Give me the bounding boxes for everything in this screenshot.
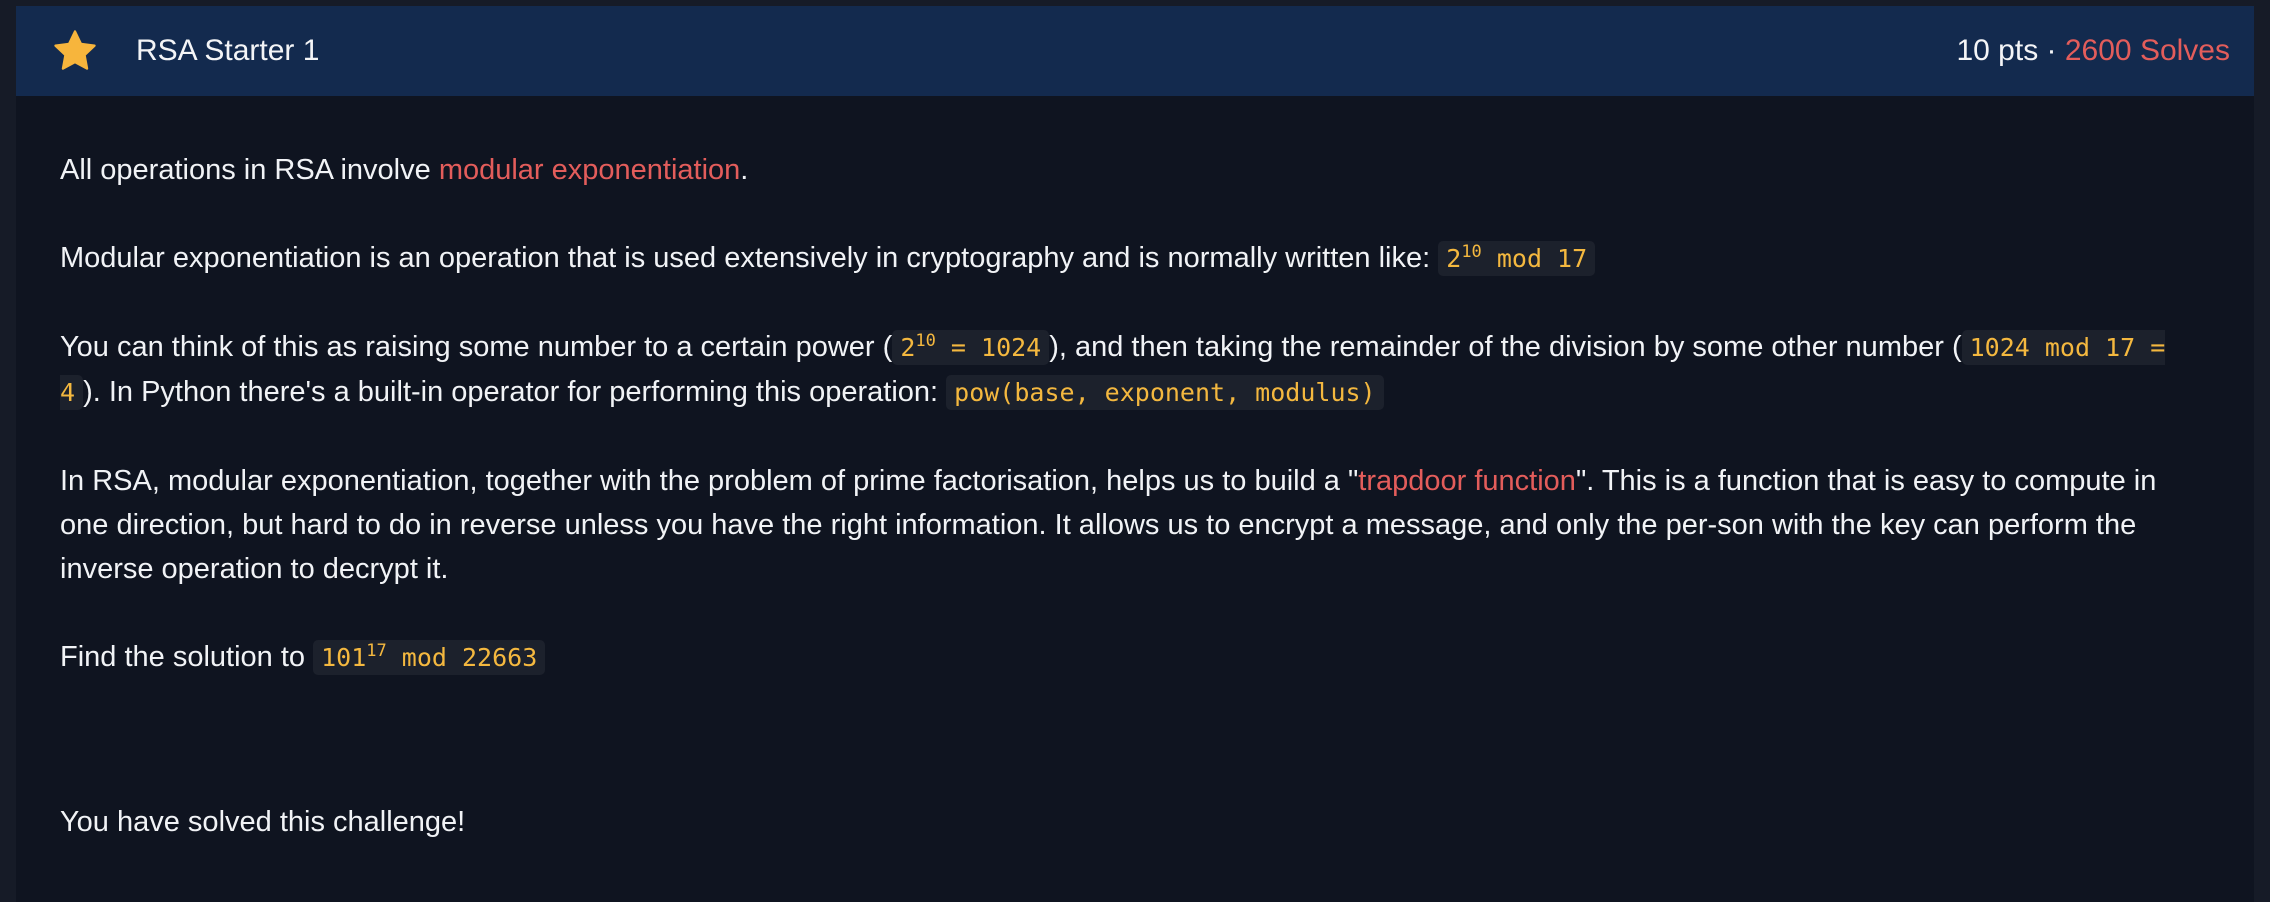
code-task: 10117 mod 22663 [313,640,546,675]
code-example-notation: 210 mod 17 [1438,241,1596,276]
paragraph-explanation: You can think of this as raising some nu… [60,325,2200,415]
code-exponent: 17 [366,641,387,661]
paragraph-task: Find the solution to 10117 mod 22663 [60,635,2200,680]
intro-period: . [740,154,749,186]
code-example-power: 210 = 1024 [892,330,1050,365]
code-base: 2 [1446,244,1462,273]
code-rest: = 1024 [935,333,1042,362]
explanation-text-3: ). In Python there's a built-in operator… [83,376,947,408]
challenge-meta: 10 pts · 2600 Solves [1956,6,2230,96]
code-example-pow: pow(base, exponent, modulus) [946,375,1384,410]
explanation-text-2: ), and then taking the remainder of the … [1049,331,1962,363]
modular-exponentiation-link[interactable]: modular exponentiation [439,154,740,186]
paragraph-notation: Modular exponentiation is an operation t… [60,236,2200,281]
meta-separator: · [2038,34,2065,67]
challenge-title: RSA Starter 1 [136,34,320,67]
paragraph-trapdoor: In RSA, modular exponentiation, together… [60,459,2200,591]
code-base: 2 [900,333,916,362]
explanation-text-1: You can think of this as raising some nu… [60,331,893,363]
challenge-header[interactable]: RSA Starter 1 10 pts · 2600 Solves [16,6,2254,96]
intro-text: All operations in RSA involve [60,154,439,186]
code-rest: mod 22663 [386,643,538,672]
star-icon [54,30,96,70]
notation-text: Modular exponentiation is an operation t… [60,242,1439,274]
code-rest: mod 17 [1481,244,1588,273]
code-base: 101 [321,643,367,672]
task-text: Find the solution to [60,641,314,673]
challenge-description: All operations in RSA involve modular ex… [60,148,2200,724]
code-exponent: 10 [1461,242,1482,262]
code-exponent: 10 [915,331,936,351]
paragraph-intro: All operations in RSA involve modular ex… [60,148,2200,192]
trapdoor-function-link[interactable]: trapdoor function [1358,465,1576,497]
points-label: 10 pts [1956,34,2039,67]
trapdoor-text-1: In RSA, modular exponentiation, together… [60,465,1359,497]
solves-count: 2600 Solves [2064,34,2230,67]
solved-message: You have solved this challenge! [60,806,466,838]
